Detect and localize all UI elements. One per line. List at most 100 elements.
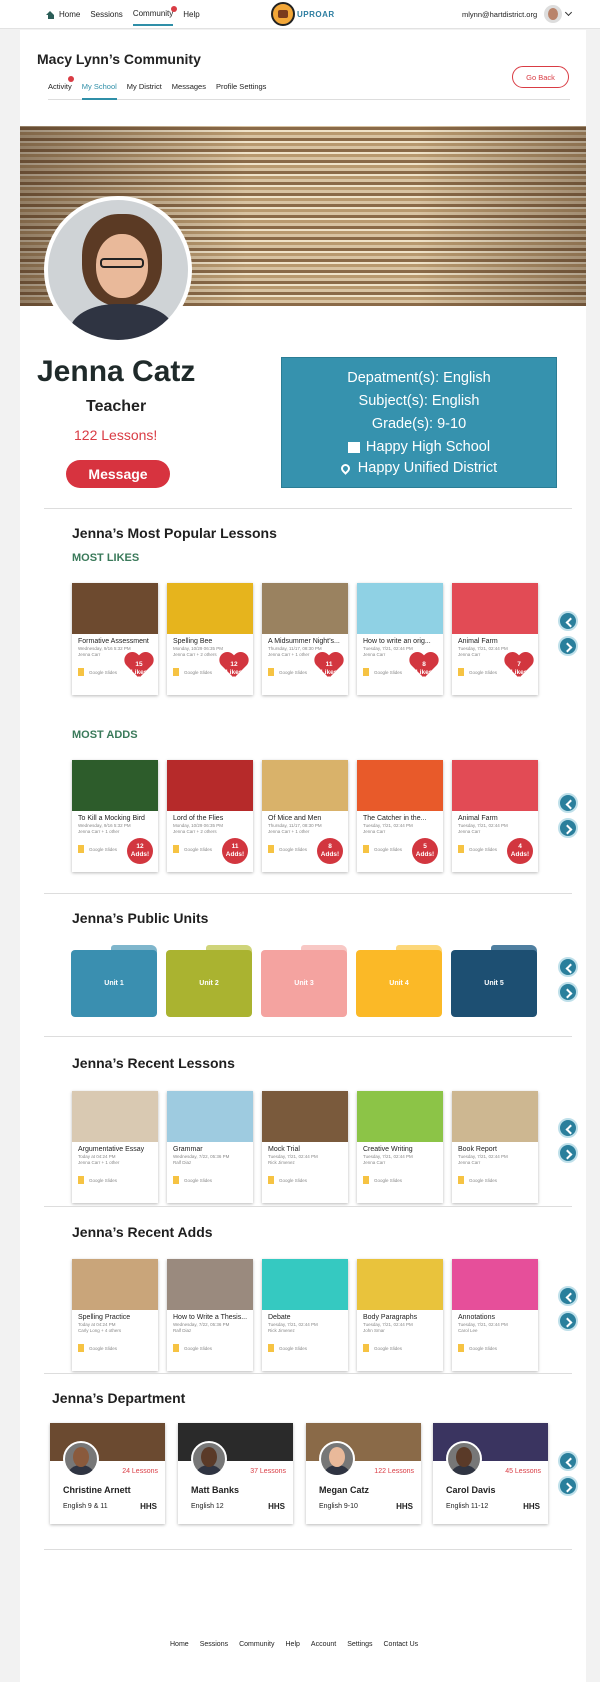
lesson-thumbnail [72,1259,158,1310]
lesson-card[interactable]: Spelling Practice Today at 04:24 PM Carly … [72,1259,158,1371]
likes-heart-badge: 15 Likes [124,653,154,681]
member-school: HHS [396,1502,413,1511]
adds-badge: 4 Adds! [507,838,533,864]
adds-word: Adds! [415,851,435,858]
user-email: mlynn@hartdistrict.org [462,10,538,19]
uproar-logo[interactable]: UPROAR [271,2,335,26]
lesson-card[interactable]: Formative Assessment Wednesday, 9/16 5:32… [72,583,158,695]
lesson-card[interactable]: How to write an orig... Tuesday, 7/21, 02… [357,583,443,695]
message-button[interactable]: Message [66,460,170,488]
scroll-left-arrow-icon[interactable] [558,1286,578,1306]
nav-help[interactable]: Help [183,9,199,26]
department-member-card[interactable]: 45 Lessons Carol Davis English 11-12 HHS [433,1423,548,1524]
department-member-card[interactable]: 37 Lessons Matt Banks English 12 HHS [178,1423,293,1524]
google-slides-icon [458,668,464,676]
tab-my-school[interactable]: My School [81,80,117,100]
scroll-right-arrow-icon[interactable] [558,982,578,1002]
footer-help-link[interactable]: Help [286,1641,300,1648]
member-name: Matt Banks [191,1485,240,1495]
unit-folder[interactable]: Unit 1 [71,945,157,1017]
tab-my-district[interactable]: My District [127,80,162,100]
scroll-left-arrow-icon[interactable] [558,793,578,813]
scroll-right-arrow-icon[interactable] [558,636,578,656]
scroll-left-arrow-icon[interactable] [558,957,578,977]
likes-number: 7 [517,661,521,668]
most-adds-title: MOST ADDS [72,729,138,741]
lesson-card[interactable]: To Kill a Mocking Bird Wednesday, 9/16 5:… [72,760,158,872]
lesson-source: Google Slides [268,845,307,853]
lesson-source-label: Google Slides [184,669,213,675]
logo-mascot-icon [271,2,295,26]
google-slides-icon [268,845,274,853]
footer-home-link[interactable]: Home [170,1641,189,1648]
notification-dot [171,6,178,12]
nav-community[interactable]: Community [132,6,178,26]
department-member-card[interactable]: 24 Lessons Christine Arnett English 9 & 11… [50,1423,165,1524]
nav-sessions[interactable]: Sessions [90,9,122,26]
lesson-card[interactable]: Spelling Bee Monday, 10/29 06:35 PM Jenna … [167,583,253,695]
lesson-card[interactable]: Debate Tuesday, 7/21, 02:44 PM Rick Jimene… [262,1259,348,1371]
unit-folder[interactable]: Unit 4 [356,945,442,1017]
lesson-card[interactable]: The Catcher in the... Tuesday, 7/21, 02:4… [357,760,443,872]
lesson-card[interactable]: Animal Farm Tuesday, 7/21, 02:44 PM Jenna … [452,760,538,872]
unit-folder[interactable]: Unit 2 [166,945,252,1017]
footer-sessions-link[interactable]: Sessions [200,1641,228,1648]
lesson-card[interactable]: How to Write a Thesis... Wednesday, 7/22,… [167,1259,253,1371]
lesson-card[interactable]: Annotations Tuesday, 7/21, 02:44 PM Carol … [452,1259,538,1371]
departments-text: Depatment(s): English [347,370,491,386]
footer-account-link[interactable]: Account [311,1641,336,1648]
unit-label: Unit 4 [389,980,409,987]
lesson-title: To Kill a Mocking Bird [78,815,145,822]
lesson-source: Google Slides [363,845,402,853]
adds-number: 11 [231,843,239,850]
scroll-left-arrow-icon[interactable] [558,1118,578,1138]
lesson-thumbnail [452,1091,538,1142]
lesson-card[interactable]: Body Paragraphs Tuesday, 7/21, 02:44 PM Jo… [357,1259,443,1371]
scroll-right-arrow-icon[interactable] [558,1476,578,1496]
lesson-card[interactable]: A Midsummer Night’s... Thursday, 11/17, 0… [262,583,348,695]
scroll-right-arrow-icon[interactable] [558,1311,578,1331]
lesson-title: Of Mice and Men [268,815,322,822]
chevron-down-icon[interactable] [564,8,573,17]
footer-settings-link[interactable]: Settings [347,1641,372,1648]
go-back-button[interactable]: Go Back [512,66,569,88]
lesson-card[interactable]: Animal Farm Tuesday, 7/21, 02:44 PM Jenna … [452,583,538,695]
footer-contact-link[interactable]: Contact Us [384,1641,419,1648]
nav-home[interactable]: Home [46,9,80,26]
lesson-title: Creative Writing [363,1146,413,1153]
lesson-card[interactable]: Argumentative Essay Today at 04:24 PM Jenn… [72,1091,158,1203]
tab-profile-settings[interactable]: Profile Settings [216,80,266,100]
lesson-thumbnail [262,1259,348,1310]
scroll-right-arrow-icon[interactable] [558,1143,578,1163]
user-avatar[interactable] [544,5,562,23]
scroll-left-arrow-icon[interactable] [558,611,578,631]
lesson-card[interactable]: Of Mice and Men Thursday, 11/17, 08:30 PM… [262,760,348,872]
lesson-card[interactable]: Book Report Tuesday, 7/21, 02:44 PM Jenna … [452,1091,538,1203]
popular-lessons-title: Jenna’s Most Popular Lessons [72,525,277,541]
member-school: HHS [268,1502,285,1511]
lesson-card[interactable]: Creative Writing Tuesday, 7/21, 02:44 PM J… [357,1091,443,1203]
adds-number: 8 [328,843,332,850]
location-pin-icon [338,461,352,475]
lesson-card[interactable]: Grammar Wednesday, 7/22, 05:36 PM Ralf Dia… [167,1091,253,1203]
scroll-right-arrow-icon[interactable] [558,818,578,838]
lesson-source: Google Slides [363,1176,402,1184]
lesson-title: The Catcher in the... [363,815,427,822]
member-classes: English 9 & 11 [63,1503,108,1510]
unit-folder[interactable]: Unit 3 [261,945,347,1017]
footer-community-link[interactable]: Community [239,1641,274,1648]
lesson-thumbnail [262,760,348,811]
lesson-thumbnail [72,760,158,811]
scroll-left-arrow-icon[interactable] [558,1451,578,1471]
department-member-card[interactable]: 122 Lessons Megan Catz English 9-10 HHS [306,1423,421,1524]
adds-badge: 5 Adds! [412,838,438,864]
lesson-card[interactable]: Lord of the Flies Monday, 10/29 06:35 PM J… [167,760,253,872]
member-avatar [191,1441,227,1477]
tab-activity[interactable]: Activity [48,76,74,100]
lesson-title: Animal Farm [458,815,498,822]
lesson-authors: Jenna Carr [458,1160,481,1165]
google-slides-icon [78,1344,84,1352]
unit-folder[interactable]: Unit 5 [451,945,537,1017]
lesson-card[interactable]: Mock Trial Tuesday, 7/21, 02:44 PM Rick Ji… [262,1091,348,1203]
tab-messages[interactable]: Messages [172,80,206,100]
